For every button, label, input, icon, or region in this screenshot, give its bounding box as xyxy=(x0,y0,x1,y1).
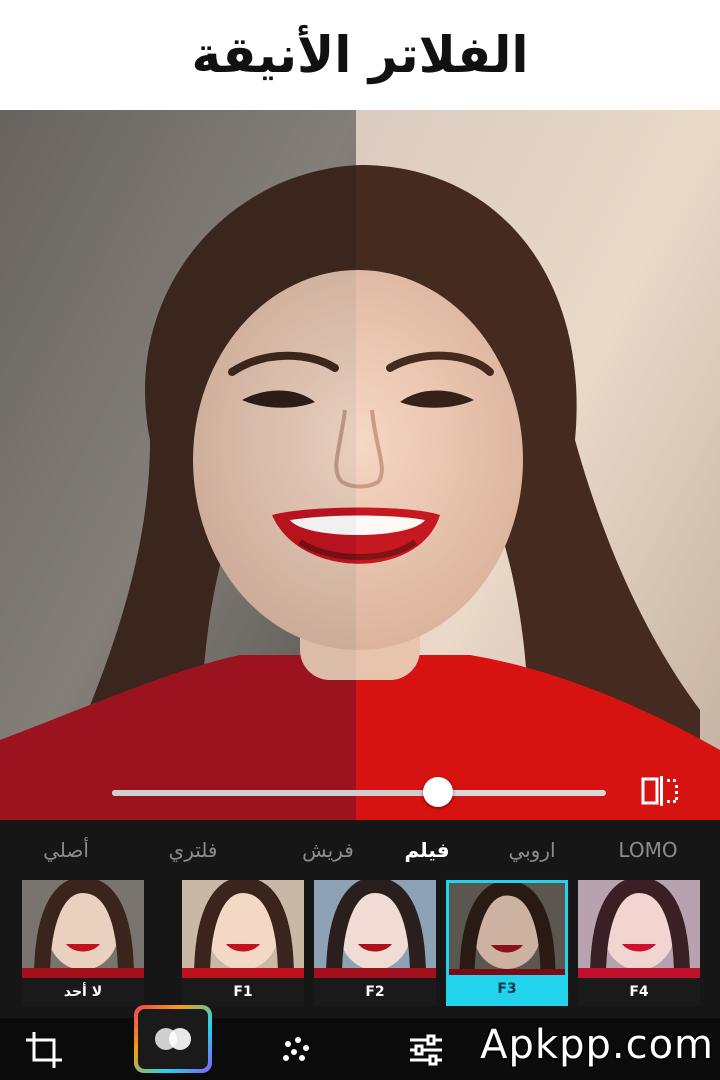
filter-thumb-label: F2 xyxy=(314,978,436,1006)
thumb-image xyxy=(182,880,304,978)
filter-icon[interactable] xyxy=(134,1005,212,1073)
compare-slider-fill xyxy=(112,790,439,796)
filter-icon-inner xyxy=(138,1009,208,1069)
header-banner: الفلاتر الأنيقة xyxy=(0,0,720,110)
compare-slider[interactable] xyxy=(112,777,606,807)
filter-category-film[interactable]: فيلم xyxy=(404,838,449,862)
filter-category-fresh[interactable]: فريش xyxy=(302,838,354,862)
filter-category-europe[interactable]: اروبي xyxy=(508,838,555,862)
filter-thumb-f3[interactable]: F3 xyxy=(446,880,568,1006)
thumb-image xyxy=(22,880,144,978)
effects-icon[interactable] xyxy=(272,1026,320,1074)
filter-thumb-none[interactable]: لا أحد xyxy=(22,880,144,1006)
filter-thumb-label: F1 xyxy=(182,978,304,1006)
filter-category-lomo[interactable]: LOMO xyxy=(618,838,677,862)
filter-thumb-label: F3 xyxy=(449,975,565,1003)
thumb-image xyxy=(314,880,436,978)
filter-thumb-label: F4 xyxy=(578,978,700,1006)
filter-category-mine[interactable]: فلتري xyxy=(169,838,218,862)
filter-categories: أصلي فلتري فريش فيلم اروبي LOMO xyxy=(0,820,720,880)
filter-thumb-f4[interactable]: F4 xyxy=(578,880,700,1006)
split-compare-icon[interactable] xyxy=(638,774,684,808)
compare-slider-thumb[interactable] xyxy=(423,777,454,807)
filter-panel: أصلي فلتري فريش فيلم اروبي LOMO لا أحد F… xyxy=(0,820,720,1018)
portrait-image xyxy=(0,110,720,820)
thumb-image xyxy=(449,883,565,975)
crop-icon[interactable] xyxy=(20,1026,68,1074)
filter-category-original[interactable]: أصلي xyxy=(43,838,89,862)
photo-preview xyxy=(0,110,720,820)
thumb-image xyxy=(578,880,700,978)
filter-thumb-f2[interactable]: F2 xyxy=(314,880,436,1006)
adjust-icon[interactable] xyxy=(402,1026,450,1074)
banner-title: الفلاتر الأنيقة xyxy=(191,26,529,84)
filter-thumbnails: لا أحد F1 F2 F3 F4 xyxy=(0,880,720,1010)
filter-thumb-label: لا أحد xyxy=(22,978,144,1006)
watermark: Apkpp.com xyxy=(480,1022,714,1068)
filter-thumb-f1[interactable]: F1 xyxy=(182,880,304,1006)
